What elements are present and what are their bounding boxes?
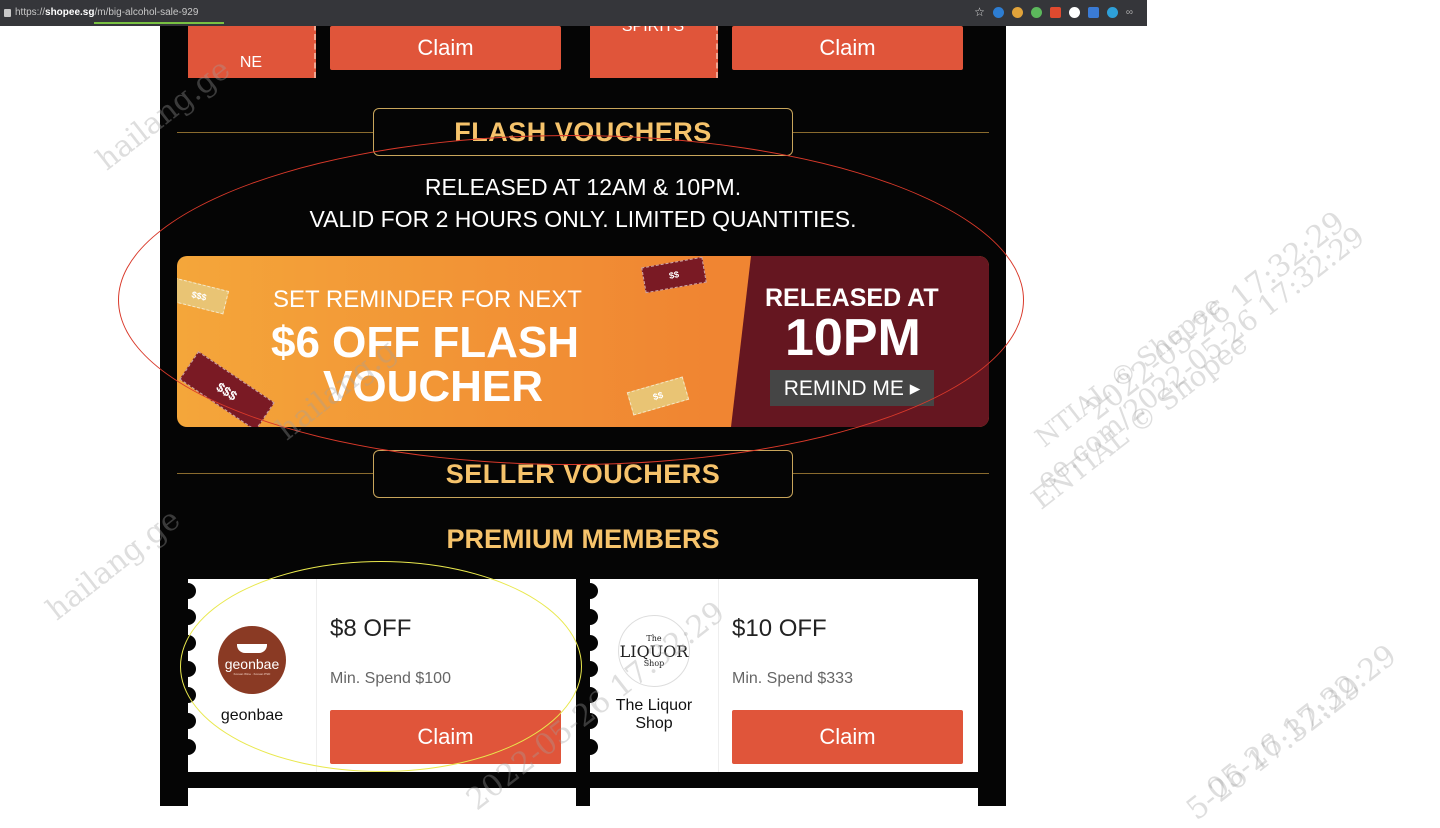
seller-logo: geonbae Korean Wine · Korean PSD (218, 626, 286, 694)
card-notches (590, 579, 598, 772)
page-content: NE Claim SPIRITS Claim FLASH VOUCHERS RE… (160, 26, 1006, 806)
compass-icon[interactable] (1068, 7, 1080, 18)
seller-vouchers-title-frame: SELLER VOUCHERS (373, 450, 793, 498)
seller-voucher-card-partial (188, 788, 576, 806)
flash-vouchers-title: FLASH VOUCHERS (454, 116, 712, 147)
browser-toolbar: https://shopee.sg/m/big-alcohol-sale-929… (0, 0, 1147, 26)
logo-tagline: Korean Wine · Korean PSD (233, 672, 271, 676)
claim-button[interactable]: Claim (330, 710, 561, 764)
infinity-icon[interactable]: ∞ (1126, 7, 1133, 18)
grid-icon[interactable] (1087, 7, 1099, 18)
ticket-decoration: $$ (626, 376, 690, 416)
card-separator (316, 579, 317, 772)
claim-button[interactable]: Claim (732, 710, 963, 764)
lock-icon (4, 8, 11, 17)
watermark: 5-26 17:32:29 (1180, 669, 1369, 828)
flash-vouchers-title-frame: FLASH VOUCHERS (373, 108, 793, 156)
voucher-discount: $10 OFF (732, 615, 827, 642)
banner-released-time: 10PM (785, 309, 921, 367)
banner-headline-1: $6 OFF FLASH (271, 318, 580, 367)
m-icon[interactable] (1106, 7, 1118, 18)
seller-voucher-card: geonbae Korean Wine · Korean PSD geonbae… (188, 579, 576, 772)
extension-icons: ☆ ∞ (974, 6, 1133, 18)
seller-voucher-card: The LIQUOR Shop The Liquor Shop $10 OFF … (590, 579, 978, 772)
voucher-min-spend: Min. Spend $333 (732, 670, 853, 687)
claim-button[interactable]: Claim (732, 26, 963, 70)
watermark: ee.com/2022-05-26 17:32:29 (1030, 219, 1371, 497)
logo-main: LIQUOR (619, 641, 689, 661)
ticket-decoration: $$$ (177, 277, 230, 315)
remind-me-button[interactable]: REMIND ME ▸ (770, 370, 934, 406)
url-path: /m/big-alcohol-sale-929 (94, 7, 199, 18)
voucher-min-spend: Min. Spend $100 (330, 670, 451, 687)
ticket-decoration: $$ (641, 256, 707, 294)
claim-button[interactable]: Claim (330, 26, 561, 70)
logo-text: geonbae (224, 656, 280, 672)
flash-voucher-banner[interactable]: SET REMINDER FOR NEXT $6 OFF FLASH VOUCH… (177, 256, 989, 427)
watermark: 05-26 17:32:29 (1200, 637, 1404, 808)
react-icon[interactable] (992, 7, 1004, 18)
url-scheme: https:// (15, 7, 46, 18)
section-divider (177, 473, 373, 474)
banner-reminder-text: SET REMINDER FOR NEXT (273, 286, 582, 313)
seller-voucher-card-partial (590, 788, 978, 806)
stub-label: NE (239, 54, 263, 71)
pen-icon[interactable] (1049, 7, 1061, 18)
address-bar[interactable]: https://shopee.sg/m/big-alcohol-sale-929 (4, 7, 198, 18)
seller-name: The Liquor Shop (615, 697, 693, 732)
cookie-icon[interactable] (1011, 7, 1023, 18)
flash-info-line-1: RELEASED AT 12AM & 10PM. (424, 174, 742, 200)
card-separator (718, 579, 719, 772)
voucher-stub: SPIRITS (590, 26, 718, 78)
watermark: 2022-05-26 17:32:29 (1080, 204, 1352, 428)
flash-info-line-2: VALID FOR 2 HOURS ONLY. LIMITED QUANTITI… (309, 206, 857, 232)
stub-label: SPIRITS (621, 26, 685, 35)
section-divider (793, 132, 989, 133)
ticket-decoration: $$$ (179, 351, 275, 427)
banner-headline-2: VOUCHER (323, 362, 544, 411)
premium-members-heading: PREMIUM MEMBERS (446, 524, 720, 554)
logo-bottom: Shop (643, 658, 665, 668)
watermark: NTIAL © Shopee (1030, 290, 1228, 454)
section-divider (177, 132, 373, 133)
url-host: shopee.sg (45, 7, 95, 18)
voucher-card-top-right: SPIRITS Claim (590, 26, 978, 78)
watermark: ENTIAL © Shopee (1025, 327, 1254, 517)
seller-vouchers-title: SELLER VOUCHERS (445, 458, 721, 489)
voucher-stub: NE (188, 26, 316, 78)
page-load-indicator (94, 22, 224, 24)
target-icon[interactable] (1030, 7, 1042, 18)
glasses-icon (237, 644, 267, 653)
section-divider (793, 473, 989, 474)
voucher-discount: $8 OFF (330, 615, 412, 642)
voucher-card-top-left: NE Claim (188, 26, 576, 78)
seller-logo: The LIQUOR Shop (618, 615, 690, 687)
star-icon[interactable]: ☆ (974, 6, 985, 18)
seller-name: geonbae (220, 707, 284, 724)
card-notches (188, 579, 196, 772)
